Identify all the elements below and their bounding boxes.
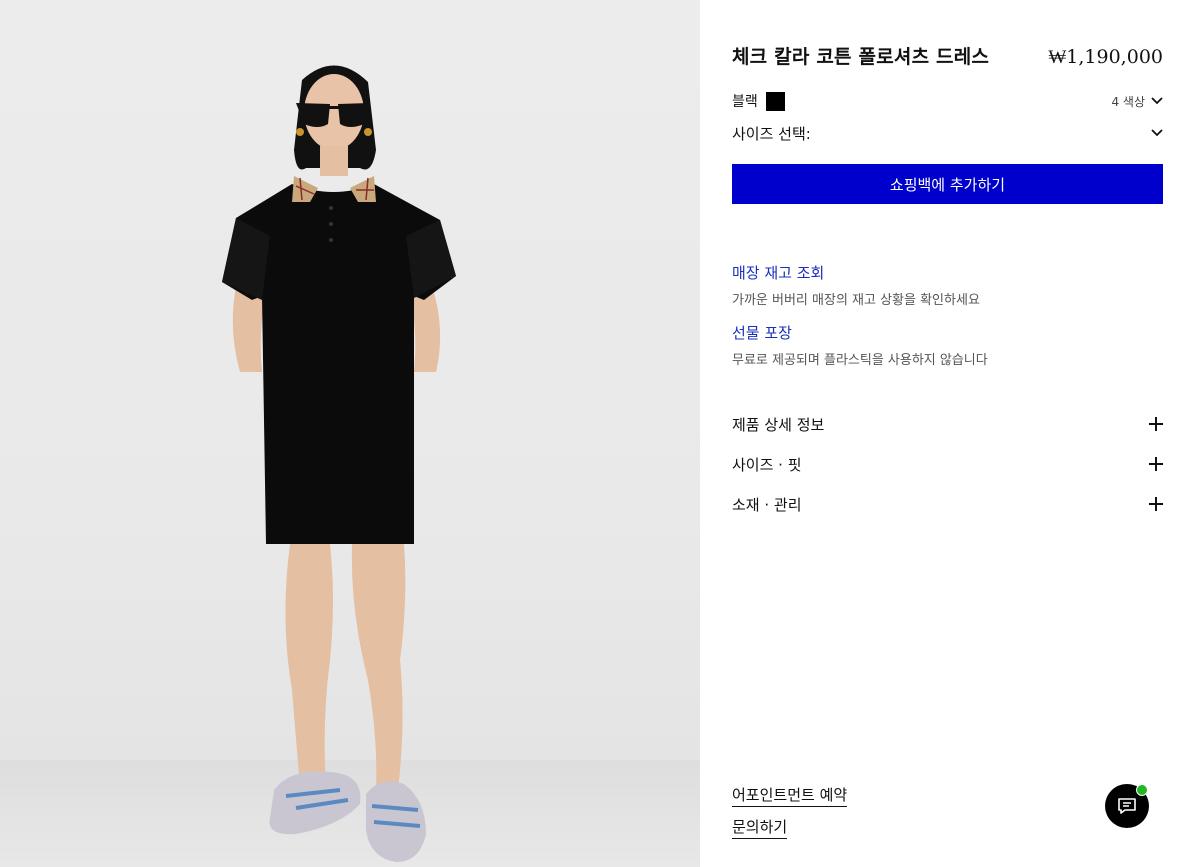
chevron-down-icon [1151,129,1163,137]
plus-icon [1149,457,1163,471]
gift-wrap-link[interactable]: 선물 포장 [732,322,1163,343]
plus-icon [1149,417,1163,431]
appointment-link[interactable]: 어포인트먼트 예약 [732,784,848,807]
product-title: 체크 칼라 코튼 폴로셔츠 드레스 [732,46,990,68]
online-status-dot [1136,784,1148,796]
store-stock-service: 매장 재고 조회 가까운 버버리 매장의 재고 상황을 확인하세요 [732,262,1163,308]
accordion-label: 제품 상세 정보 [732,415,825,434]
title-row: 체크 칼라 코튼 폴로셔츠 드레스 ₩1,190,000 [732,42,1163,69]
accordion-product-details[interactable]: 제품 상세 정보 [732,412,1163,436]
add-to-bag-button[interactable]: 쇼핑백에 추가하기 [732,164,1163,204]
accordion-size-fit[interactable]: 사이즈 · 핏 [732,452,1163,476]
store-stock-description: 가까운 버버리 매장의 재고 상황을 확인하세요 [732,293,980,308]
selected-color: 블랙 [732,91,785,111]
model-illustration [222,65,456,862]
chevron-down-icon [1151,97,1163,105]
product-price: ₩1,190,000 [1048,46,1163,68]
color-swatch[interactable] [765,91,785,111]
size-selector[interactable]: 사이즈 선택: [732,122,1163,144]
store-stock-link[interactable]: 매장 재고 조회 [732,262,1163,283]
plus-icon [1149,497,1163,511]
gift-wrap-service: 선물 포장 무료로 제공되며 플라스틱을 사용하지 않습니다 [732,322,1163,368]
size-label: 사이즈 선택: [732,124,811,143]
accordion-material-care[interactable]: 소재 · 관리 [732,492,1163,516]
product-info-panel: 체크 칼라 코튼 폴로셔츠 드레스 ₩1,190,000 블랙 4 색상 사이즈… [700,0,1185,867]
product-image [0,0,700,867]
color-selector: 블랙 4 색상 [732,90,1163,112]
accordion-label: 소재 · 관리 [732,495,802,514]
chat-button[interactable] [1105,784,1149,828]
inquiry-link[interactable]: 문의하기 [732,816,788,839]
color-count-toggle[interactable]: 4 색상 [1111,93,1163,110]
gift-wrap-description: 무료로 제공되며 플라스틱을 사용하지 않습니다 [732,353,988,368]
color-name: 블랙 [732,94,758,110]
chat-icon [1118,798,1136,814]
accordion-label: 사이즈 · 핏 [732,455,802,474]
color-count-label: 4 색상 [1111,94,1145,109]
